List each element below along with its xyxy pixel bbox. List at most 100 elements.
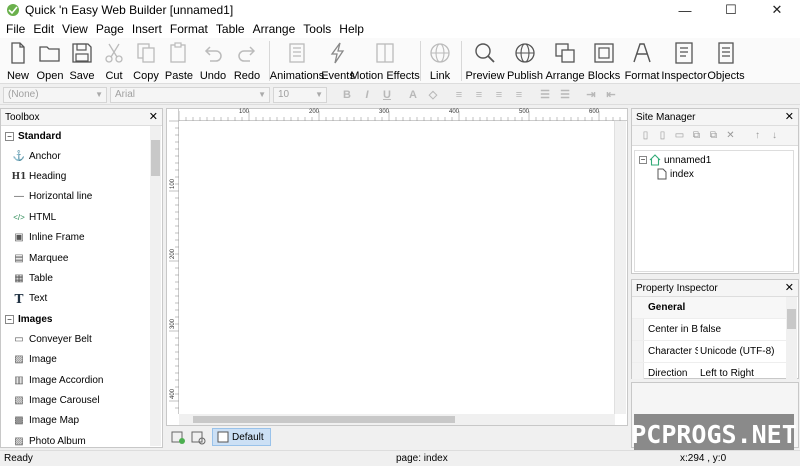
link-button[interactable]: Link (425, 38, 455, 84)
highlight-icon[interactable]: ◇ (425, 87, 441, 103)
property-row[interactable]: Center in Br false (632, 319, 786, 341)
toolbox-item-image-map[interactable]: ▩ Image Map (1, 411, 149, 431)
menu-insert[interactable]: Insert (128, 22, 166, 36)
objects-button[interactable]: Objects (707, 38, 745, 84)
align-left-icon[interactable]: ≡ (451, 87, 467, 103)
canvas-horizontal-scrollbar[interactable] (179, 414, 615, 425)
toolbox-item-table[interactable]: ▦ Table (1, 268, 149, 288)
menu-help[interactable]: Help (335, 22, 368, 36)
new-page-icon[interactable]: ▯ (638, 128, 653, 143)
property-value[interactable]: Left to Right (700, 368, 754, 379)
tree-node-index[interactable]: index (657, 168, 694, 180)
toolbox-item-text[interactable]: T Text (1, 289, 149, 309)
tree-node-root[interactable]: − unnamed1 (639, 154, 711, 166)
new-button[interactable]: New (3, 38, 33, 84)
indent-icon[interactable]: ⇥ (583, 87, 599, 103)
animations-button[interactable]: Animations (270, 38, 324, 84)
property-scrollbar[interactable] (786, 297, 797, 379)
new-page-copy-icon[interactable]: ▯ (655, 128, 670, 143)
toolbox-item-html[interactable]: </> HTML (1, 207, 149, 227)
menu-view[interactable]: View (58, 22, 92, 36)
redo-button[interactable]: Redo (231, 38, 263, 84)
design-canvas[interactable]: 100 200 300 400 500 600 100 200 300 400 (166, 108, 628, 426)
property-row[interactable]: Character S Unicode (UTF-8) (632, 341, 786, 363)
cut-button[interactable]: Cut (99, 38, 129, 84)
property-value[interactable]: false (700, 324, 721, 335)
format-button[interactable]: Format (624, 38, 660, 84)
menu-tools[interactable]: Tools (299, 22, 335, 36)
publish-button[interactable]: Publish (506, 38, 544, 84)
minimize-button[interactable]: — (662, 0, 708, 20)
menu-arrange[interactable]: Arrange (249, 22, 300, 36)
property-group-general[interactable]: General (632, 297, 786, 319)
toolbox-item-horizontal-line[interactable]: — Horizontal line (1, 187, 149, 207)
toolbox-item-marquee[interactable]: ▤ Marquee (1, 248, 149, 268)
toolbox-scrollbar[interactable] (150, 126, 161, 446)
toolbox-item-conveyer-belt[interactable]: ▭ Conveyer Belt (1, 329, 149, 349)
blocks-button[interactable]: Blocks (586, 38, 622, 84)
align-right-icon[interactable]: ≡ (491, 87, 507, 103)
redo-label: Redo (233, 70, 261, 82)
add-page-icon[interactable] (170, 429, 186, 445)
clone-icon[interactable]: ⧉ (706, 128, 721, 143)
menu-table[interactable]: Table (212, 22, 249, 36)
paste-button[interactable]: Paste (163, 38, 195, 84)
menu-edit[interactable]: Edit (29, 22, 58, 36)
events-button[interactable]: Events (321, 38, 355, 84)
font-select[interactable]: Arial ▼ (110, 86, 270, 103)
close-icon[interactable]: ✕ (785, 110, 794, 123)
font-color-icon[interactable]: A (405, 87, 421, 103)
toolbox-item-inline-frame[interactable]: ▣ Inline Frame (1, 228, 149, 248)
item-label: Image Carousel (29, 394, 100, 406)
bullet-list-icon[interactable]: ☰ (537, 87, 553, 103)
close-window-button[interactable]: ✕ (754, 0, 800, 20)
save-label: Save (69, 70, 95, 82)
scrollbar-thumb[interactable] (151, 140, 160, 176)
style-select[interactable]: (None) ▼ (3, 86, 107, 103)
underline-button[interactable]: U (379, 87, 395, 103)
format-bar: (None) ▼ Arial ▼ 10 ▼ B I U A ◇ ≡ ≡ ≡ ≡ ☰ ☰… (0, 85, 800, 105)
arrange-button[interactable]: Arrange (545, 38, 585, 84)
page-settings-icon[interactable] (190, 429, 206, 445)
inspector-button[interactable]: Inspector (661, 38, 707, 84)
font-size-select[interactable]: 10 ▼ (273, 86, 327, 103)
scrollbar-thumb[interactable] (787, 309, 796, 329)
close-icon[interactable]: ✕ (785, 281, 794, 294)
move-down-icon[interactable]: ↓ (767, 128, 782, 143)
menu-page[interactable]: Page (92, 22, 128, 36)
format-label: Format (624, 70, 660, 82)
toolbox-item-image-carousel[interactable]: ▧ Image Carousel (1, 390, 149, 410)
move-up-icon[interactable]: ↑ (750, 128, 765, 143)
toolbox-item-image[interactable]: ▨ Image (1, 350, 149, 370)
motion-effects-button[interactable]: Motion Effects (350, 38, 420, 84)
align-center-icon[interactable]: ≡ (471, 87, 487, 103)
preview-button[interactable]: Preview (465, 38, 505, 84)
site-manager-toolbar: ▯ ▯ ▭ ⧉ ⧉ ✕ ↑ ↓ (632, 126, 798, 146)
tab-default[interactable]: Default (212, 428, 271, 446)
outdent-icon[interactable]: ⇤ (603, 87, 619, 103)
menu-file[interactable]: File (2, 22, 29, 36)
copy-button[interactable]: Copy (131, 38, 161, 84)
close-icon[interactable]: ✕ (149, 110, 158, 123)
undo-button[interactable]: Undo (197, 38, 229, 84)
duplicate-icon[interactable]: ⧉ (689, 128, 704, 143)
group-standard[interactable]: − Standard (1, 126, 149, 146)
group-images[interactable]: − Images (1, 309, 149, 329)
new-folder-icon[interactable]: ▭ (672, 128, 687, 143)
save-button[interactable]: Save (67, 38, 97, 84)
menu-format[interactable]: Format (166, 22, 212, 36)
canvas-vertical-scrollbar[interactable] (615, 121, 626, 414)
numbered-list-icon[interactable]: ☰ (557, 87, 573, 103)
toolbox-item-image-accordion[interactable]: ▥ Image Accordion (1, 370, 149, 390)
maximize-button[interactable]: ☐ (708, 0, 754, 20)
bold-button[interactable]: B (339, 87, 355, 103)
toolbox-item-anchor[interactable]: ⚓ Anchor (1, 146, 149, 166)
toolbox-item-photo-album[interactable]: ▨ Photo Album (1, 431, 149, 451)
property-value[interactable]: Unicode (UTF-8) (700, 346, 774, 357)
delete-icon[interactable]: ✕ (723, 128, 738, 143)
align-justify-icon[interactable]: ≡ (511, 87, 527, 103)
open-button[interactable]: Open (35, 38, 65, 84)
italic-button[interactable]: I (359, 87, 375, 103)
toolbox-item-heading[interactable]: H1 Heading (1, 166, 149, 186)
scrollbar-thumb[interactable] (193, 416, 455, 423)
